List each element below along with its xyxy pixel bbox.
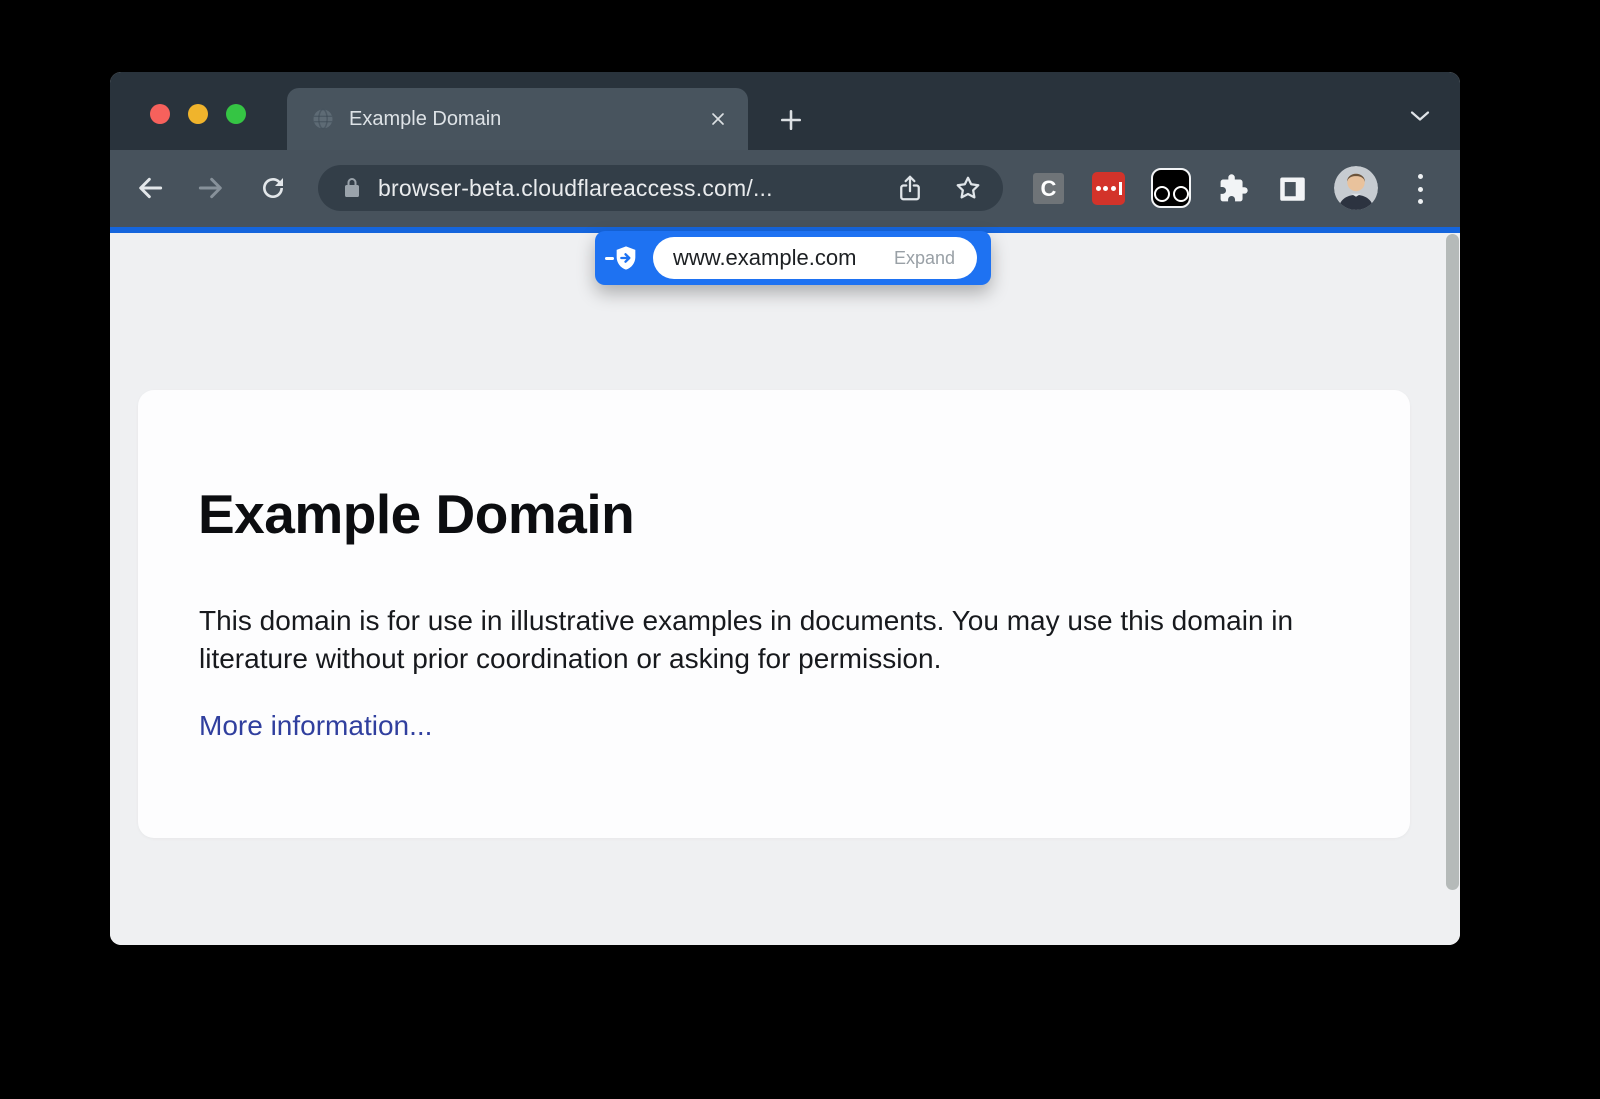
zoom-window-button[interactable] [226,104,246,124]
close-tab-icon[interactable] [706,107,730,131]
isolation-domain-pill: www.example.com Expand [595,231,991,285]
side-panel-icon[interactable] [1277,173,1308,204]
url-text: browser-beta.cloudflareaccess.com/... [378,175,895,202]
toolbar: browser-beta.cloudflareaccess.com/... C [110,150,1460,227]
tab-example-domain[interactable]: Example Domain [287,88,748,150]
address-bar[interactable]: browser-beta.cloudflareaccess.com/... [318,165,1003,211]
isolation-domain-field: www.example.com Expand [653,237,977,279]
extension-c-label: C [1041,176,1057,202]
back-button[interactable] [134,172,166,204]
tab-strip: Example Domain [110,72,1460,150]
page-paragraph: This domain is for use in illustrative e… [199,602,1349,678]
page-title: Example Domain [198,482,634,546]
expand-button[interactable]: Expand [894,248,955,269]
lock-icon[interactable] [340,176,364,200]
profile-avatar[interactable] [1334,166,1378,210]
content-card: Example Domain This domain is for use in… [138,390,1410,838]
bookmark-star-icon[interactable] [953,173,983,203]
lastpass-extension-icon[interactable] [1092,172,1125,205]
minimize-window-button[interactable] [188,104,208,124]
extensions-puzzle-icon[interactable] [1218,173,1249,204]
tab-title: Example Domain [349,108,706,131]
extension-c-icon[interactable]: C [1033,173,1064,204]
share-icon[interactable] [895,173,925,203]
shield-arrow-isolation-icon [612,244,640,272]
close-window-button[interactable] [150,104,170,124]
isolated-domain-text: www.example.com [673,245,856,271]
page-viewport: www.example.com Expand Example Domain Th… [110,233,1460,945]
more-information-link[interactable]: More information... [199,710,432,742]
reload-button[interactable] [257,172,289,204]
browser-window: Example Domain browser-beta.cloudflareac [110,72,1460,945]
three-dot-menu-icon[interactable] [1413,174,1427,204]
forward-button[interactable] [195,172,227,204]
new-tab-button[interactable] [768,97,814,143]
vertical-scrollbar-thumb[interactable] [1446,234,1459,890]
globe-icon [311,107,335,131]
two-circles-extension-icon[interactable] [1151,168,1191,208]
chevron-down-icon[interactable] [1408,108,1432,128]
